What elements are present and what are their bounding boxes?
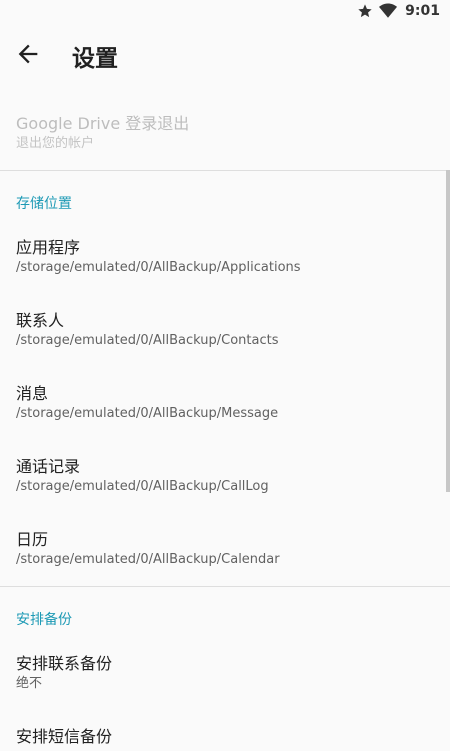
- pref-title: 日历: [16, 530, 49, 549]
- pref-calllog-path[interactable]: 通话记录 /storage/emulated/0/AllBackup/CallL…: [16, 456, 436, 496]
- pref-summary: /storage/emulated/0/AllBackup/Calendar: [16, 552, 280, 567]
- pref-applications-path[interactable]: 应用程序 /storage/emulated/0/AllBackup/Appli…: [16, 237, 436, 277]
- pref-summary: /storage/emulated/0/AllBackup/CallLog: [16, 479, 269, 494]
- star-icon: [357, 3, 373, 19]
- pref-summary: /storage/emulated/0/AllBackup/Contacts: [16, 333, 279, 348]
- pref-title: 消息: [16, 384, 49, 403]
- pref-contacts-path[interactable]: 联系人 /storage/emulated/0/AllBackup/Contac…: [16, 310, 436, 350]
- pref-title: 通话记录: [16, 457, 81, 476]
- pref-title: Google Drive 登录退出: [16, 114, 190, 133]
- pref-summary: /storage/emulated/0/AllBackup/Message: [16, 406, 279, 421]
- arrow-back-icon[interactable]: [14, 40, 42, 68]
- scrollbar[interactable]: [446, 170, 450, 492]
- pref-schedule-sms-backup[interactable]: 安排短信备份: [16, 726, 436, 748]
- toolbar: 设置: [0, 24, 450, 84]
- pref-summary: 退出您的帐户: [16, 136, 95, 151]
- pref-summary: 绝不: [16, 676, 43, 691]
- divider: [0, 170, 450, 171]
- category-storage-location: 存储位置: [16, 196, 72, 212]
- category-schedule-backup: 安排备份: [16, 612, 72, 628]
- divider: [0, 586, 450, 587]
- pref-title: 安排联系备份: [16, 654, 113, 673]
- status-bar: 9:01: [0, 0, 450, 24]
- google-drive-logout[interactable]: Google Drive 登录退出 退出您的帐户: [16, 113, 436, 153]
- page-title: 设置: [72, 46, 118, 72]
- wifi-icon: [379, 3, 398, 19]
- pref-title: 安排短信备份: [16, 727, 113, 746]
- pref-summary: /storage/emulated/0/AllBackup/Applicatio…: [16, 260, 301, 275]
- status-time: 9:01: [405, 3, 440, 19]
- pref-title: 应用程序: [16, 238, 81, 257]
- pref-message-path[interactable]: 消息 /storage/emulated/0/AllBackup/Message: [16, 383, 436, 423]
- pref-title: 联系人: [16, 311, 65, 330]
- pref-calendar-path[interactable]: 日历 /storage/emulated/0/AllBackup/Calenda…: [16, 529, 436, 569]
- status-icons: 9:01: [357, 3, 440, 19]
- pref-schedule-contacts-backup[interactable]: 安排联系备份 绝不: [16, 653, 436, 693]
